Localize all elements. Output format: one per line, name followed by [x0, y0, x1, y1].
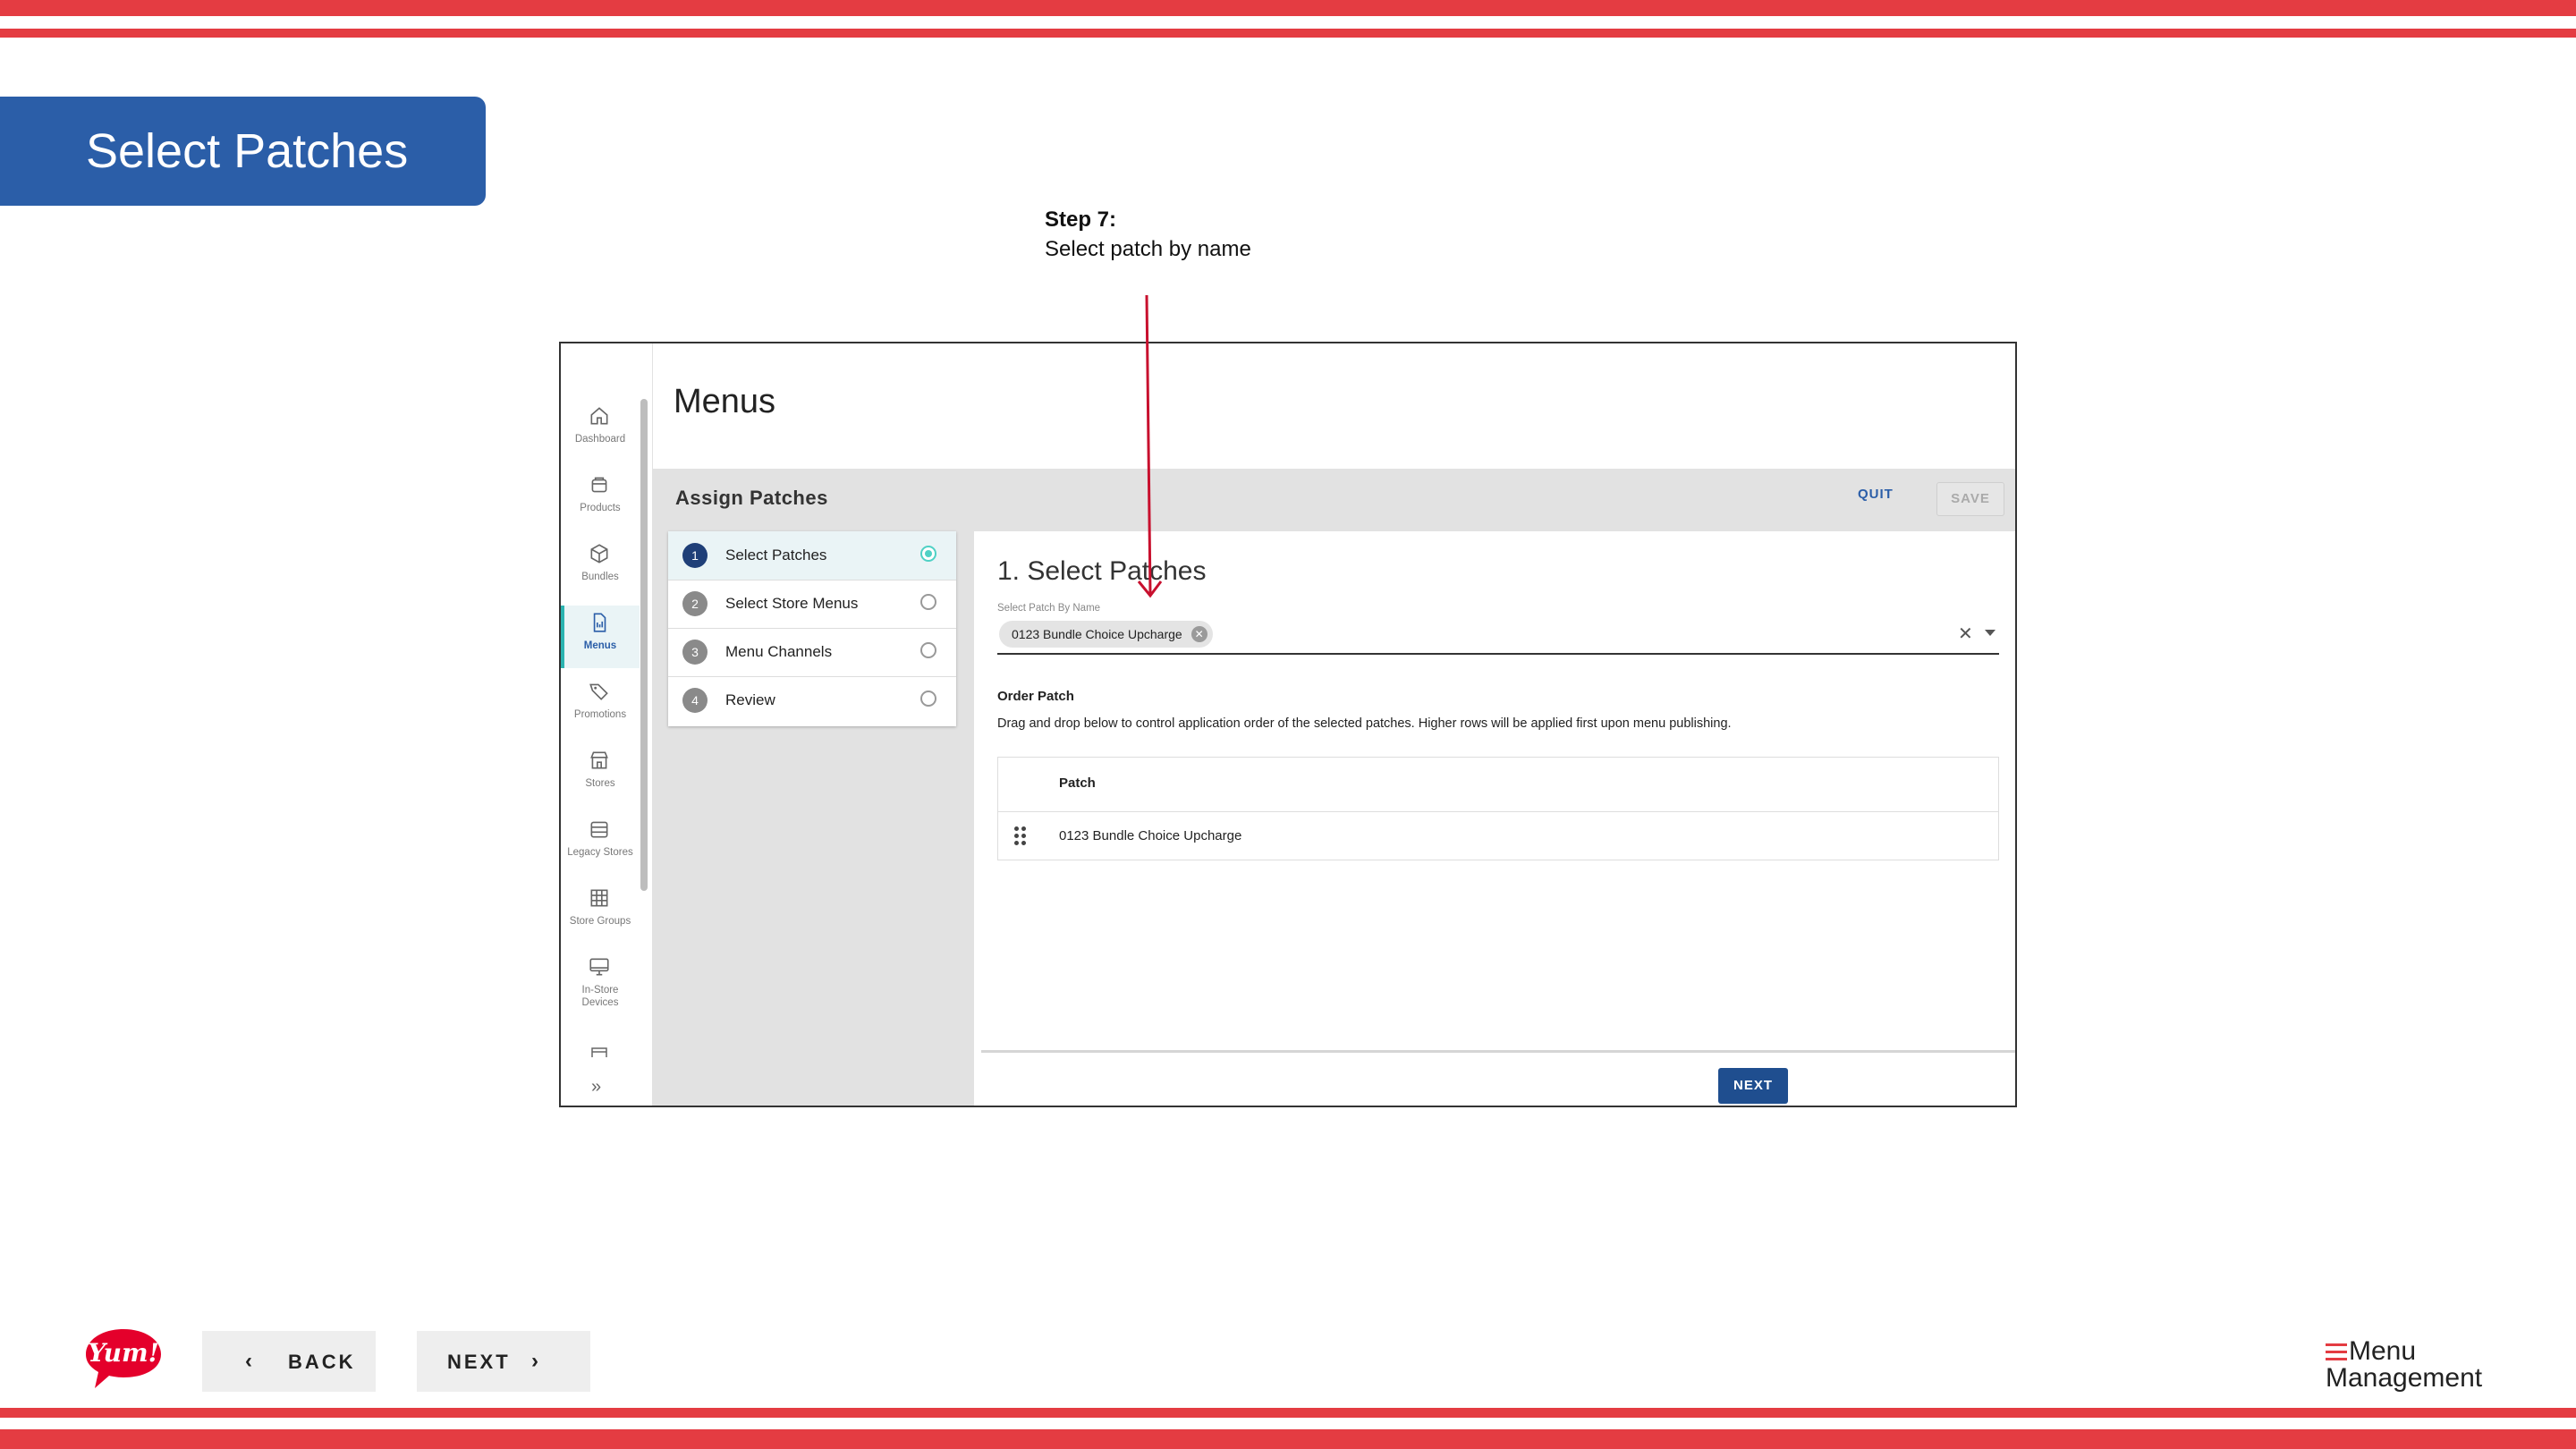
legacy-store-icon [590, 821, 608, 838]
sidebar-item-in-store-devices[interactable]: In-Store Devices [561, 950, 640, 1025]
patch-field-label: Select Patch By Name [997, 603, 1101, 614]
app-sidebar: Dashboard Products Bundles Menus Promoti… [561, 343, 653, 1106]
slide-title-box: Select Patches [0, 97, 486, 206]
expand-sidebar-icon[interactable]: » [591, 1077, 601, 1097]
sidebar-scrollbar[interactable] [640, 399, 648, 891]
yum-logo: Yum! [86, 1329, 161, 1388]
step-radio[interactable] [920, 642, 936, 658]
menu-lines-icon [2326, 1342, 2349, 1363]
step-label: Select Store Menus [725, 595, 859, 612]
step-description: Select patch by name [1045, 237, 1251, 261]
step-select-patches[interactable]: 1 Select Patches [668, 531, 956, 580]
sidebar-item-label: Menus [583, 640, 617, 651]
remove-chip-icon[interactable]: ✕ [1191, 626, 1208, 642]
assign-patches-title: Assign Patches [675, 487, 828, 509]
next-button-label: NEXT [447, 1351, 511, 1373]
step-label: Review [725, 691, 775, 708]
sidebar-item-label: In-Store Devices [581, 985, 619, 1008]
step-menu-channels[interactable]: 3 Menu Channels [668, 628, 956, 677]
panel-title: 1. Select Patches [997, 556, 1207, 586]
top-stripe-thin [0, 29, 2576, 38]
step-radio[interactable] [920, 594, 936, 610]
next-button[interactable]: NEXT › [417, 1331, 590, 1392]
brand-line1: Menu [2349, 1336, 2417, 1366]
annotation-arrow [1137, 294, 1163, 598]
step-number: 2 [682, 591, 708, 616]
chevron-right-icon: › [531, 1349, 538, 1373]
partial-menu-icon [591, 1047, 607, 1057]
drag-handle-icon[interactable] [1014, 826, 1030, 846]
step-select-store-menus[interactable]: 2 Select Store Menus [668, 580, 956, 629]
sidebar-item-legacy-stores[interactable]: Legacy Stores [561, 812, 640, 875]
grid-icon [590, 889, 608, 907]
patch-select-input[interactable] [997, 653, 1999, 655]
table-header-patch: Patch [1059, 775, 1096, 791]
order-patch-title: Order Patch [997, 689, 1074, 704]
selected-patch-chip[interactable]: 0123 Bundle Choice Upcharge ✕ [999, 621, 1213, 648]
patch-order-table: Patch 0123 Bundle Choice Upcharge [997, 757, 1999, 860]
select-patches-panel: 1. Select Patches Select Patch By Name 0… [974, 531, 2015, 1106]
chip-label: 0123 Bundle Choice Upcharge [1012, 627, 1182, 641]
sidebar-item-dashboard[interactable]: Dashboard [561, 399, 640, 462]
dropdown-caret-icon[interactable] [1985, 630, 1996, 636]
step-number: 1 [682, 543, 708, 568]
top-stripe [0, 0, 2576, 16]
sidebar-item-products[interactable]: Products [561, 468, 640, 530]
panel-footer-divider [981, 1050, 2015, 1053]
sidebar-item-label: Bundles [581, 572, 619, 582]
brand-line2: Management [2326, 1363, 2483, 1393]
step-title: Step 7: [1045, 208, 1117, 232]
table-row[interactable]: 0123 Bundle Choice Upcharge [998, 811, 1998, 862]
save-button[interactable]: SAVE [1936, 482, 2004, 516]
order-patch-description: Drag and drop below to control applicati… [997, 716, 1732, 731]
document-icon [593, 613, 606, 632]
sidebar-item-menus[interactable]: Menus [561, 606, 640, 668]
chevron-left-icon: ‹ [245, 1349, 252, 1373]
sidebar-item-label: Legacy Stores [567, 847, 633, 858]
app-screenshot: Dashboard Products Bundles Menus Promoti… [559, 342, 2017, 1107]
yum-logo-text: Yum! [88, 1338, 159, 1368]
back-button-label: BACK [288, 1351, 356, 1373]
step-label: Select Patches [725, 547, 827, 564]
sidebar-item-label: Stores [585, 778, 615, 789]
step-number: 3 [682, 640, 708, 665]
bottom-stripe-thin [0, 1408, 2576, 1418]
box-icon [591, 477, 607, 493]
sidebar-item-label: Promotions [573, 709, 627, 720]
slide-title: Select Patches [86, 124, 409, 178]
home-icon [590, 407, 608, 425]
step-review[interactable]: 4 Review [668, 676, 956, 724]
monitor-icon [589, 958, 609, 976]
app-title: Menus [674, 383, 776, 420]
store-icon [590, 751, 608, 769]
clear-selection-icon[interactable]: ✕ [1958, 623, 1973, 645]
step-number: 4 [682, 688, 708, 713]
stepper: 1 Select Patches 2 Select Store Menus 3 … [668, 531, 956, 726]
table-cell-patch: 0123 Bundle Choice Upcharge [1059, 828, 1242, 843]
sidebar-item-label: Store Groups [569, 916, 631, 927]
step-label: Menu Channels [725, 643, 833, 660]
tag-icon [589, 683, 608, 700]
step-radio[interactable] [920, 691, 936, 707]
quit-button[interactable]: QUIT [1858, 487, 1894, 502]
sidebar-item-label: Dashboard [574, 434, 626, 445]
sidebar-item-stores[interactable]: Stores [561, 743, 640, 806]
sidebar-item-store-groups[interactable]: Store Groups [561, 881, 640, 944]
sidebar-item-bundles[interactable]: Bundles [561, 537, 640, 599]
sidebar-item-promotions[interactable]: Promotions [561, 674, 640, 737]
sidebar-item-label: Products [580, 503, 621, 513]
app-next-button[interactable]: NEXT [1718, 1068, 1788, 1104]
step-radio[interactable] [920, 546, 936, 562]
bottom-stripe [0, 1429, 2576, 1449]
back-button[interactable]: ‹ BACK [202, 1331, 376, 1392]
cube-icon [590, 544, 608, 564]
